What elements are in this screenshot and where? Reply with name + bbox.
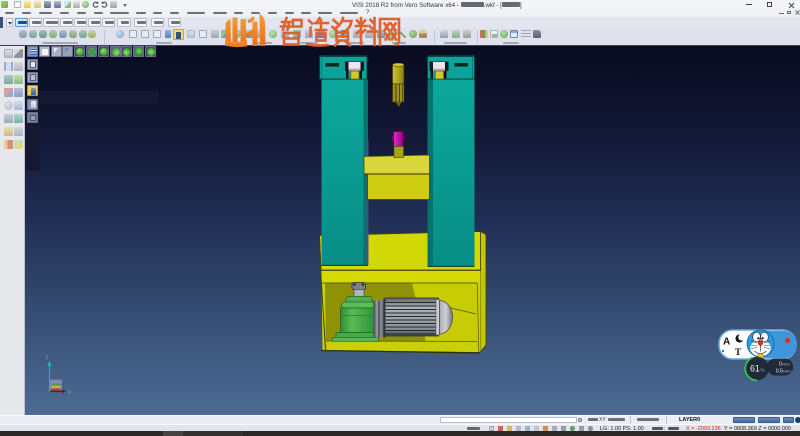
svg-text:T: T: [735, 347, 741, 357]
svg-text:A: A: [723, 337, 730, 348]
svg-text:%: %: [761, 368, 765, 373]
svg-text:61: 61: [750, 364, 760, 374]
